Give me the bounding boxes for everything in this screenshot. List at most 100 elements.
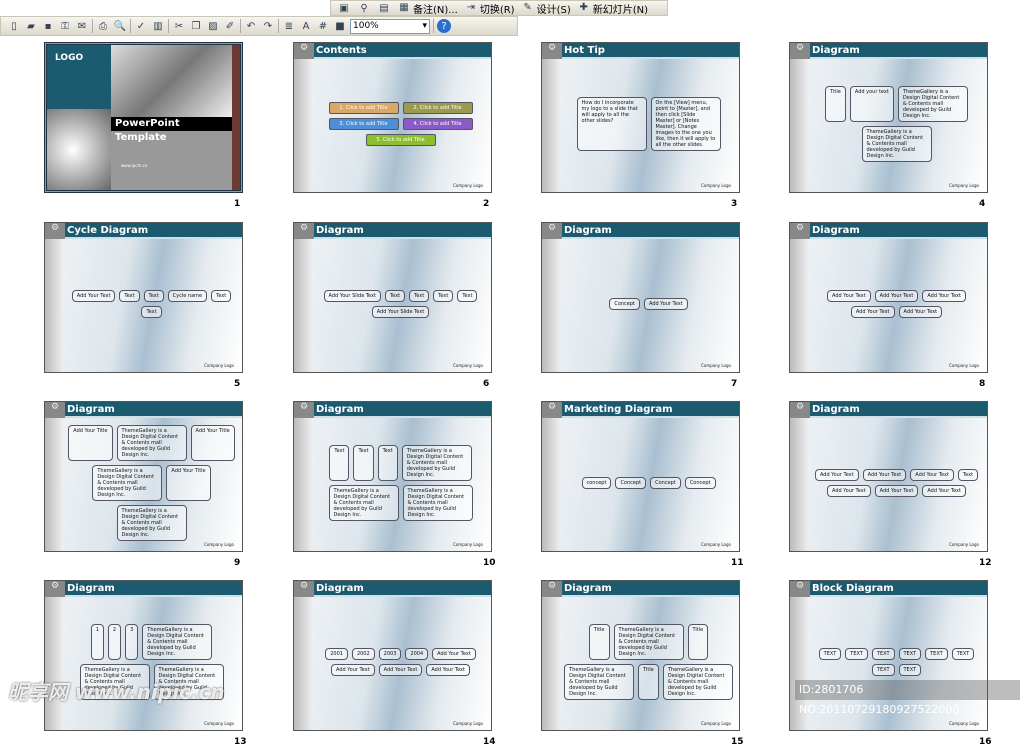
toolbar-icon-button-2[interactable]: ▤ xyxy=(377,1,391,15)
research-icon[interactable]: ▥ xyxy=(151,19,165,33)
slide-content-item: Add Your Text xyxy=(898,305,943,318)
separator xyxy=(168,19,169,33)
slide-thumbnail[interactable]: Marketing Diagram ⚙ concept Concept Concept C… xyxy=(541,401,740,552)
slide-content-item: Add Your Text xyxy=(331,663,375,676)
show-formatting-icon[interactable]: A xyxy=(299,19,313,33)
slide-number: 9 xyxy=(234,558,241,568)
slide-content: Concept Add Your Text xyxy=(564,245,733,362)
gear-icon: ⚙ xyxy=(294,402,314,418)
slide-number: 14 xyxy=(483,737,496,747)
spelling-icon[interactable]: ✓ xyxy=(134,19,148,33)
slide-content-item: Text xyxy=(409,289,430,302)
slide-thumbnail[interactable]: Hot Tip ⚙ How do I incorporate my logo to … xyxy=(541,42,740,193)
slide-thumbnail[interactable]: LOGO PowerPoint Template www.ipcm.cn xyxy=(44,42,243,193)
slide-thumbnail[interactable]: Diagram ⚙ Concept Add Your Text Company Logo xyxy=(541,222,740,373)
slide-thumbnail[interactable]: Diagram ⚙ Add Your Title ThemeGallery is a … xyxy=(44,401,243,552)
slide-content-item: Text xyxy=(141,305,162,318)
transition-icon: ⇥ xyxy=(466,2,476,13)
toolbar-icon-button-1[interactable]: ⚲ xyxy=(357,1,371,15)
slide-sidebar xyxy=(542,59,560,192)
slide-content-item: TEXT xyxy=(871,663,895,676)
slide-sorter-toolbar: ▣ ⚲ ▤ ▦ 备注(N)... ⇥ 切换(R) ✎ 设计(S) ✚ 新幻灯片(N) xyxy=(330,0,668,16)
print-icon[interactable]: ⎙ xyxy=(96,19,110,33)
slide-thumbnail[interactable]: Diagram ⚙ Add Your Text Add Your Text Add Yo… xyxy=(789,401,988,552)
gear-icon: ⚙ xyxy=(790,223,810,239)
open-icon[interactable]: ▰ xyxy=(24,19,38,33)
slide-thumbnail[interactable]: Diagram ⚙ Title ThemeGallery is a Design Di… xyxy=(541,580,740,731)
toolbar-button-6[interactable]: ✚ 新幻灯片(N) xyxy=(577,1,649,16)
slide-title: Diagram xyxy=(542,581,739,597)
slide-thumbnail[interactable]: Diagram ⚙ Add Your Text Add Your Text Add Yo… xyxy=(789,222,988,373)
slide-content-item: Add Your Text xyxy=(814,468,859,481)
company-logo-text: Company Logo xyxy=(453,542,483,547)
format-painter-icon[interactable]: ✐ xyxy=(223,19,237,33)
slide-number: 12 xyxy=(979,558,992,568)
zoom-value: 100% xyxy=(353,21,379,31)
save-icon[interactable]: ▪ xyxy=(41,19,55,33)
company-logo-text: Company Logo xyxy=(453,183,483,188)
slide-content-item: Concept xyxy=(609,297,641,310)
hyperlink-icon: ⚲ xyxy=(360,2,368,14)
zoom-select[interactable]: 100% ▾ xyxy=(350,18,430,34)
undo-icon[interactable]: ↶ xyxy=(244,19,258,33)
slide-thumbnail[interactable]: Diagram ⚙ Text Text Text ThemeGallery is a De… xyxy=(293,401,492,552)
slide-thumbnail[interactable]: Cycle Diagram ⚙ Add Your Text Text Text Cycle… xyxy=(44,222,243,373)
slide-content-item: Title xyxy=(588,623,610,660)
cut-icon[interactable]: ✂ xyxy=(172,19,186,33)
redo-icon[interactable]: ↷ xyxy=(261,19,275,33)
slide-content-item: Add Your Text xyxy=(922,289,966,302)
slide-content-item: Text xyxy=(329,444,350,481)
slide-thumbnail[interactable]: Diagram ⚙ 2001 2002 2003 2004 Add Your Text Add… xyxy=(293,580,492,731)
slide-number: 6 xyxy=(483,379,490,389)
toolbar-button-5[interactable]: ✎ 设计(S) xyxy=(521,1,571,16)
slide-content-item: ThemeGallery is a Design Digital Content… xyxy=(564,663,635,700)
toolbar-label: 设计(S) xyxy=(536,4,571,16)
slide-thumbnail[interactable]: Diagram ⚙ 1 2 3 ThemeGallery is a Design Digi… xyxy=(44,580,243,731)
company-logo-text: Company Logo xyxy=(701,542,731,547)
slide-content-item: How do I incorporate my logo to a slide … xyxy=(576,96,647,151)
slide-content-item: Text xyxy=(377,444,398,481)
slide-thumbnail[interactable]: Diagram ⚙ Title Add your text ThemeGallery i… xyxy=(789,42,988,193)
print-preview-icon[interactable]: 🔍 xyxy=(113,19,127,33)
email-icon[interactable]: ✉ xyxy=(75,19,89,33)
slide-thumbnail[interactable]: Diagram ⚙ Add Your Slide Text Text Text Text T… xyxy=(293,222,492,373)
copy-icon[interactable]: ❐ xyxy=(189,19,203,33)
slide-content-item: TEXT xyxy=(845,647,868,660)
grid-icon[interactable]: # xyxy=(316,19,330,33)
slide-content-item: 1 xyxy=(90,623,104,660)
new-icon[interactable]: ▯ xyxy=(7,19,21,33)
slide-content-item: Title xyxy=(825,85,846,122)
slide-number: 5 xyxy=(234,379,241,389)
slide-content-item: Title xyxy=(638,663,659,700)
slide-thumbnail[interactable]: Contents ⚙ 1. Click to add Title 2. Click t… xyxy=(293,42,492,193)
company-logo-text: Company Logo xyxy=(949,363,979,368)
slide-sidebar xyxy=(45,418,63,551)
slide-number: 13 xyxy=(234,737,247,747)
slide-title: Cycle Diagram xyxy=(45,223,242,239)
toolbar-icon-button-0[interactable]: ▣ xyxy=(337,1,351,15)
separator xyxy=(240,19,241,33)
slide-sidebar xyxy=(294,418,312,551)
toolbar-button-4[interactable]: ⇥ 切换(R) xyxy=(464,1,515,16)
slide-number: 11 xyxy=(731,558,744,568)
slide-number: 2 xyxy=(483,199,490,209)
paste-icon[interactable]: ▨ xyxy=(206,19,220,33)
toolbar-button-3[interactable]: ▦ 备注(N)... xyxy=(397,1,458,16)
gear-icon: ⚙ xyxy=(542,402,562,418)
slide-title: Diagram xyxy=(542,223,739,239)
gear-icon: ⚙ xyxy=(542,223,562,239)
slide-content-item: ThemeGallery is a Design Digital Content… xyxy=(613,623,684,660)
toolbar-label: 切换(R) xyxy=(479,4,515,16)
slide-content-item: Add Your Text xyxy=(432,647,476,660)
gear-icon: ⚙ xyxy=(45,581,65,597)
slide-content-item: ThemeGallery is a Design Digital Content… xyxy=(402,484,473,521)
color-grayscale-icon[interactable]: ■ xyxy=(333,19,347,33)
slide-title: Diagram xyxy=(790,223,987,239)
slide-title: Diagram xyxy=(790,43,987,59)
slide-content-item: ThemeGallery is a Design Digital Content… xyxy=(897,85,968,122)
company-logo-text: Company Logo xyxy=(204,721,234,726)
gears-photo xyxy=(111,45,232,117)
expand-icon[interactable]: ≣ xyxy=(282,19,296,33)
help-icon[interactable]: ? xyxy=(437,19,451,33)
permission-icon[interactable]: ⚿ xyxy=(58,19,72,33)
